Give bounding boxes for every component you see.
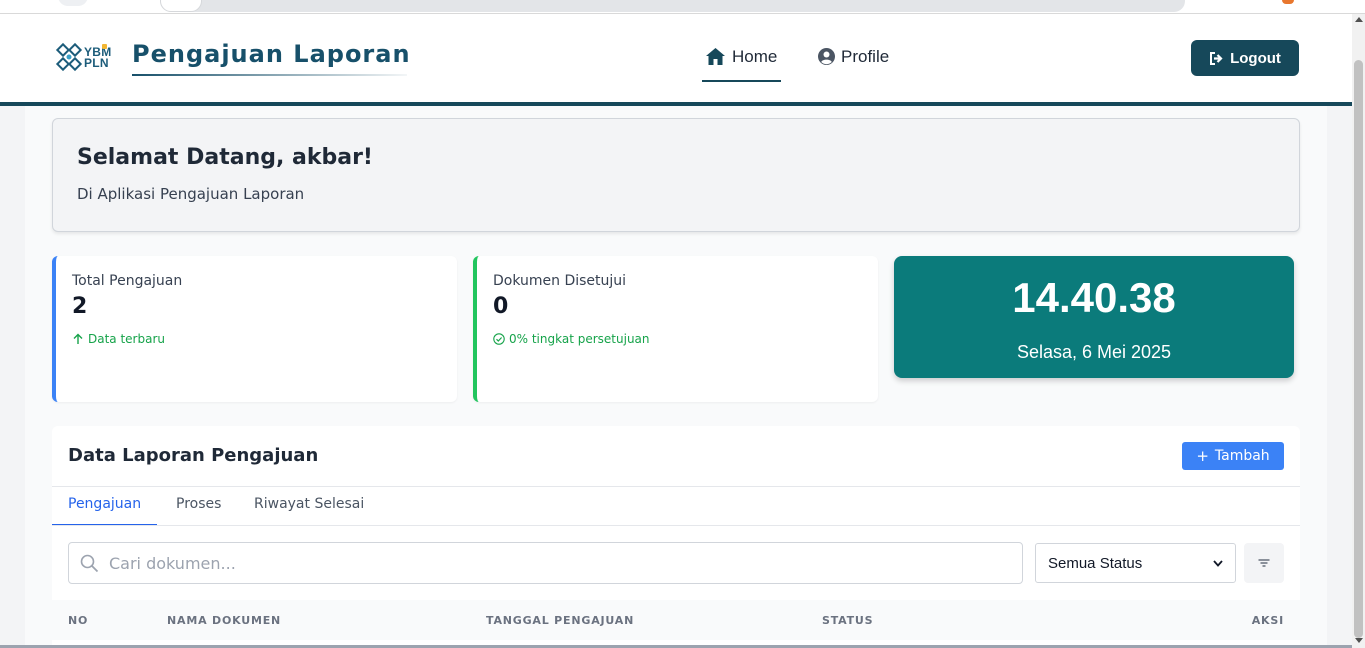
clock-card: 14.40.38 Selasa, 6 Mei 2025: [894, 256, 1294, 378]
address-bar-segment: [160, 0, 202, 12]
logo-accent-dot: [102, 44, 107, 49]
tab-riwayat-selesai[interactable]: Riwayat Selesai: [254, 496, 364, 526]
column-header-status: STATUS: [822, 614, 874, 627]
stat-card-total-pengajuan: Total Pengajuan 2 Data terbaru: [52, 256, 457, 402]
scroll-up-arrow-icon[interactable]: [1355, 17, 1363, 22]
stat-note-text: 0% tingkat persetujuan: [509, 332, 650, 346]
filter-icon: [1258, 559, 1270, 567]
panel-title: Data Laporan Pengajuan: [68, 445, 319, 466]
browser-profile-icon[interactable]: [1282, 0, 1294, 4]
browser-chrome: [0, 0, 1365, 14]
welcome-card: Selamat Datang, akbar! Di Aplikasi Penga…: [52, 118, 1300, 232]
tab-proses[interactable]: Proses: [176, 496, 221, 526]
filter-button[interactable]: [1244, 543, 1284, 583]
nav-home-label: Home: [732, 47, 778, 66]
logout-icon: [1210, 51, 1223, 65]
clock-date: Selasa, 6 Mei 2025: [1016, 342, 1172, 362]
column-header-no: NO: [68, 614, 89, 627]
stat-card-dokumen-disetujui: Dokumen Disetujui 0 0% tingkat persetuju…: [473, 256, 878, 402]
tab-pengajuan[interactable]: Pengajuan: [52, 496, 158, 526]
user-circle-icon: [818, 48, 835, 65]
column-header-nama-dokumen: NAMA DOKUMEN: [167, 614, 282, 627]
browser-address-bar[interactable]: [160, 0, 1185, 12]
add-button-label: Tambah: [1214, 448, 1270, 464]
stat-label: Total Pengajuan: [72, 273, 183, 289]
brand-logo[interactable]: YBM PLN: [55, 42, 115, 74]
home-icon: [706, 48, 725, 65]
clock-time: 14.40.38: [1012, 274, 1176, 321]
panel-divider: [52, 486, 1300, 487]
status-select-value: Semua Status: [1048, 554, 1143, 572]
search-box: [68, 542, 1023, 584]
welcome-heading: Selamat Datang, akbar!: [77, 145, 373, 170]
title-underline: [132, 74, 407, 76]
table-header: NO NAMA DOKUMEN TANGGAL PENGAJUAN STATUS…: [52, 600, 1300, 640]
stat-label: Dokumen Disetujui: [493, 273, 627, 289]
top-navbar: YBM PLN Pengajuan Laporan Home Profile L…: [0, 14, 1352, 106]
search-icon: [80, 554, 99, 573]
column-header-tanggal: TANGGAL PENGAJUAN: [486, 614, 635, 627]
add-button[interactable]: + Tambah: [1182, 442, 1284, 470]
logo-emblem-icon: [55, 42, 83, 72]
tabs-divider: [52, 525, 1300, 526]
welcome-subtext: Di Aplikasi Pengajuan Laporan: [77, 185, 305, 203]
browser-tab-button[interactable]: [58, 0, 88, 6]
nav-home-link[interactable]: Home: [702, 46, 782, 82]
nav-profile-label: Profile: [841, 47, 890, 66]
scrollbar-thumb[interactable]: [1354, 60, 1363, 638]
page-scrollbar[interactable]: [1352, 14, 1365, 648]
app-title: Pengajuan Laporan: [132, 40, 411, 68]
stat-note: 0% tingkat persetujuan: [493, 332, 650, 346]
logout-button[interactable]: Logout: [1191, 40, 1299, 76]
check-circle-icon: [493, 333, 505, 345]
search-input[interactable]: [109, 543, 1009, 583]
scroll-down-arrow-icon[interactable]: [1355, 638, 1363, 643]
status-filter-select[interactable]: Semua Status: [1035, 543, 1236, 583]
nav-profile-link[interactable]: Profile: [818, 46, 889, 82]
arrow-up-icon: [73, 333, 83, 344]
stat-value: 2: [72, 294, 88, 319]
chevron-down-icon: [1213, 559, 1223, 567]
logo-text-pln: PLN: [84, 56, 109, 70]
plus-icon: +: [1196, 447, 1209, 465]
stat-note-text: Data terbaru: [88, 332, 165, 346]
stat-note: Data terbaru: [72, 332, 165, 346]
column-header-aksi: AKSI: [1251, 614, 1284, 627]
logout-label: Logout: [1230, 49, 1281, 67]
report-table-panel: Data Laporan Pengajuan + Tambah Pengajua…: [52, 426, 1300, 648]
stat-value: 0: [493, 294, 509, 319]
